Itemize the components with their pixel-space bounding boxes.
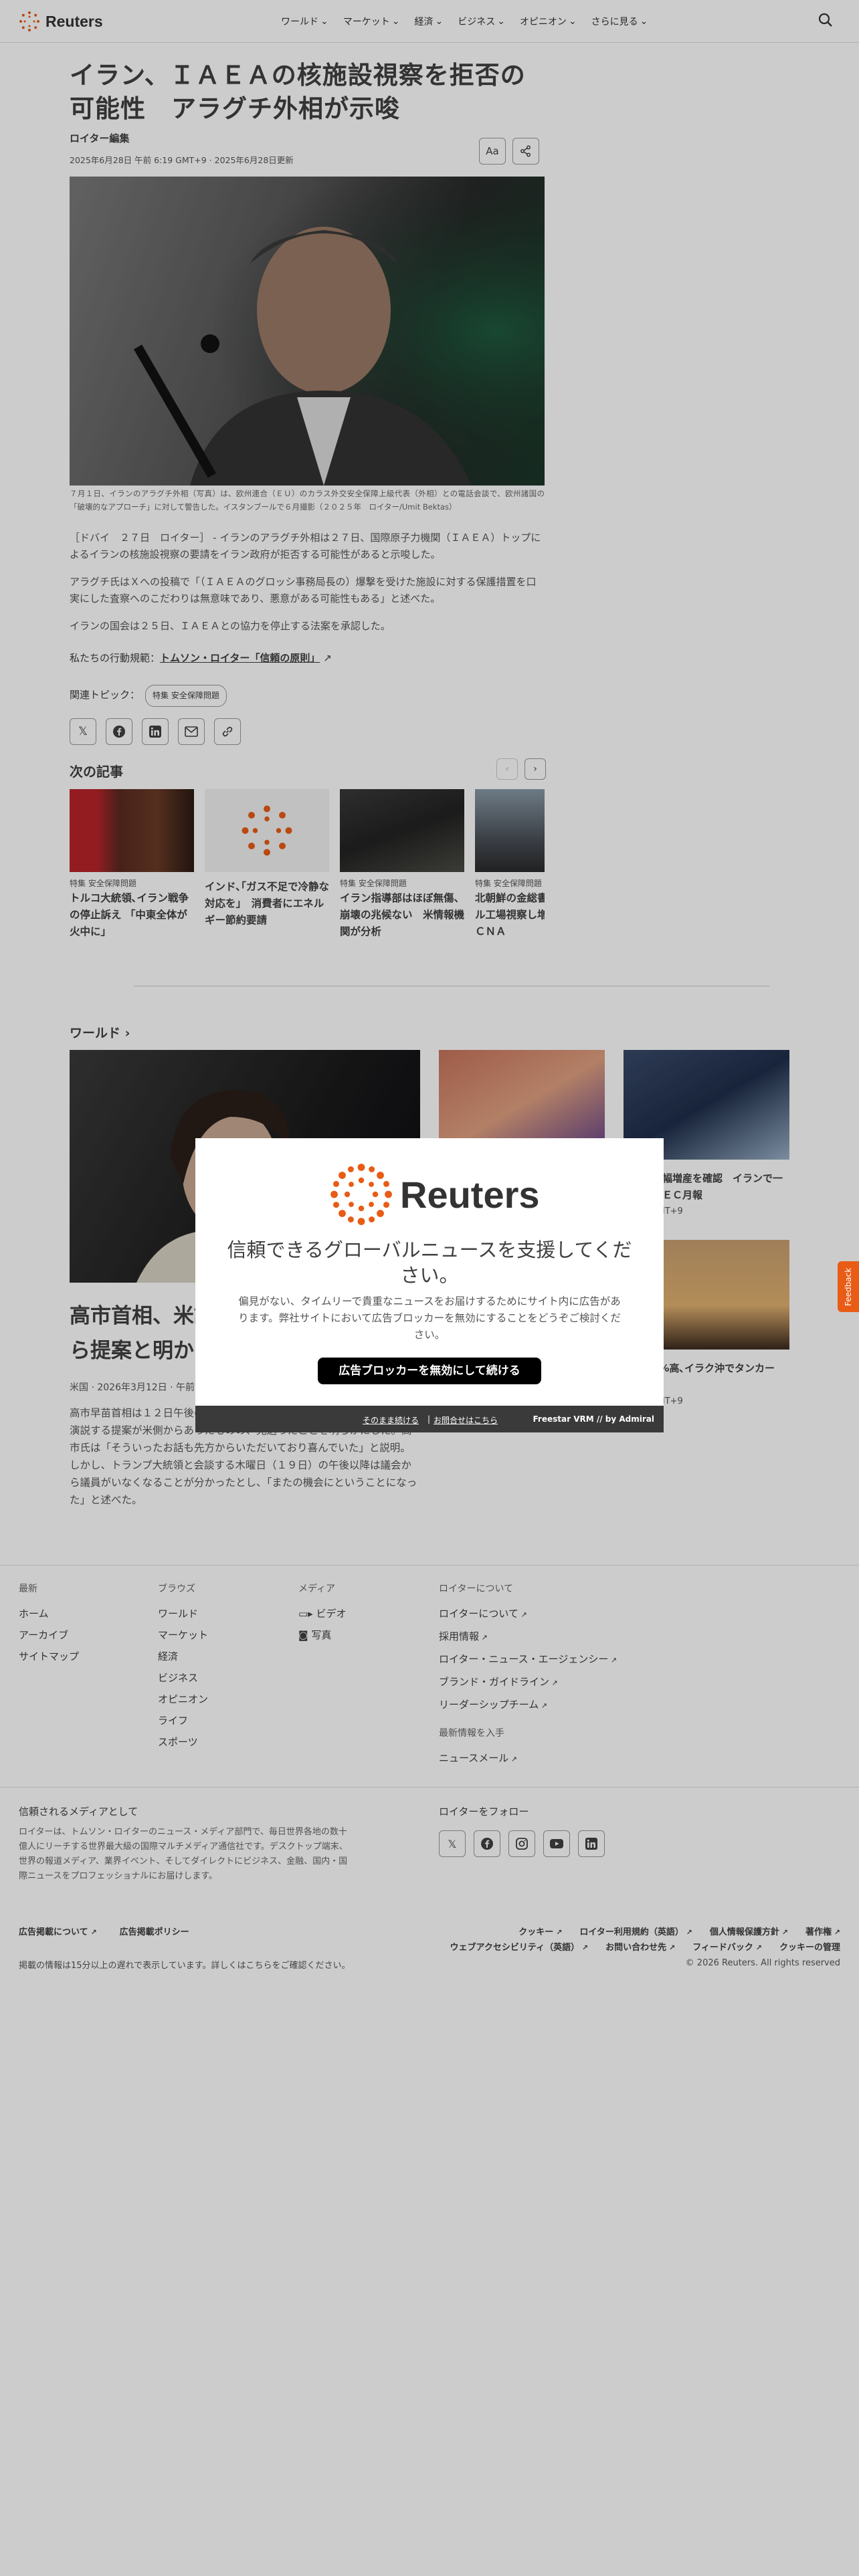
contact-link[interactable]: お問合せはこちら [434,1414,498,1426]
modal-logo: Reuters [329,1162,540,1226]
modal-body: 偏見がない、タイムリーで貴重なニュースをお届けするためにサイト内に広告があります… [238,1295,621,1341]
disable-adblock-button[interactable]: 広告ブロッカーを無効にして続ける [318,1358,541,1384]
modal-logo-text: Reuters [400,1173,540,1216]
reuters-logo-icon [330,1164,392,1225]
feedback-tab[interactable]: Feedback [838,1261,859,1312]
modal-powered-by: Freestar VRM // by Admiral [533,1414,655,1424]
modal-title: 信頼できるグローバルニュースを支援してください。 [227,1239,632,1287]
adblock-modal: Reuters 信頼できるグローバルニュースを支援してください。 偏見がない、タ… [195,1138,664,1432]
modal-footer-bar: そのまま続ける | お問合せはこちら Freestar VRM // by Ad… [195,1406,664,1432]
modal-link-separator: | [427,1414,431,1424]
continue-anyway-link[interactable]: そのまま続ける [363,1414,419,1426]
